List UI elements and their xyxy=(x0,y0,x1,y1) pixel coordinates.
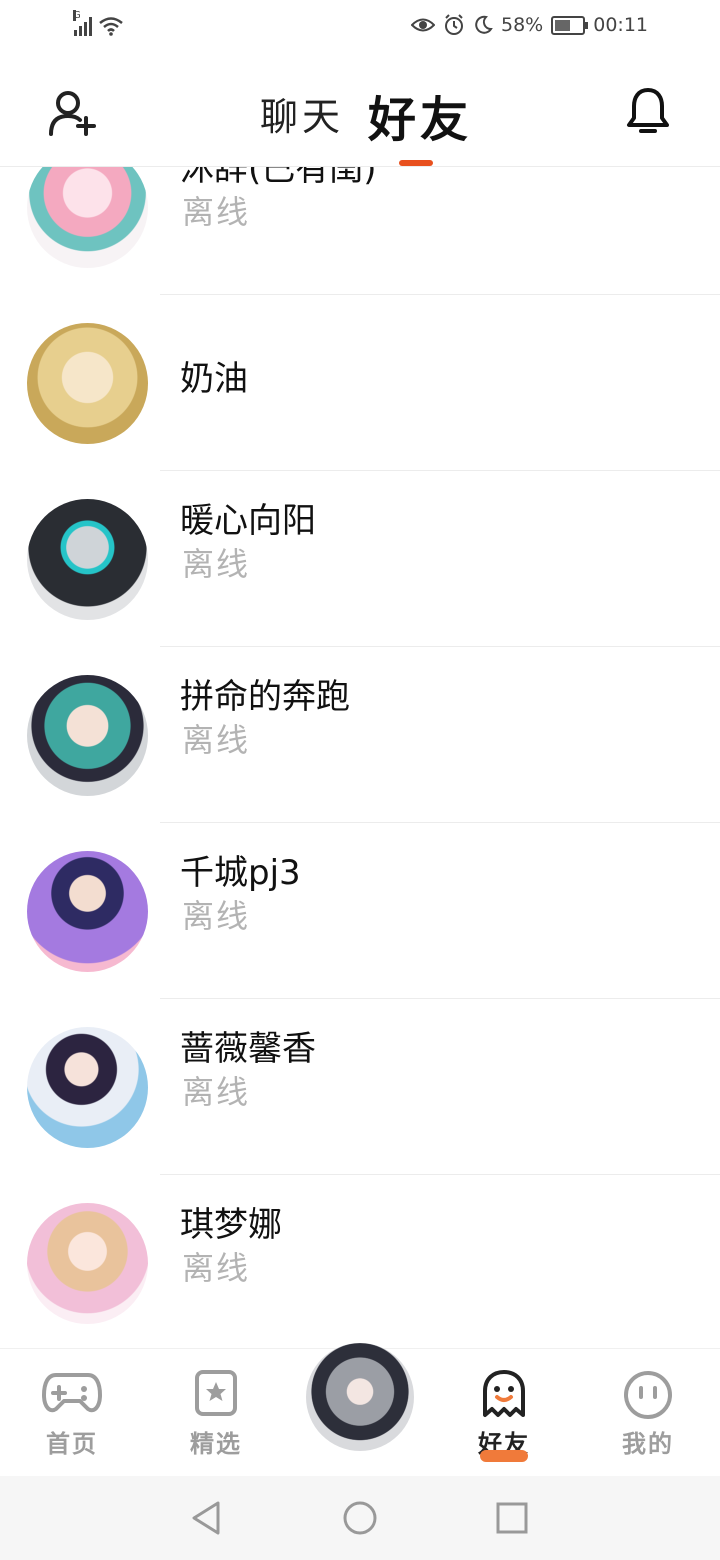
friend-row[interactable]: 琪梦娜 离线 xyxy=(0,1175,720,1347)
nav-home-label: 首页 xyxy=(46,1430,98,1458)
smiley-icon xyxy=(624,1371,672,1419)
friend-list: 沐辞(已有闺) 离线 奶油 暖心向阳 离线 拼命的奔跑 离线 千城pj3 离线 … xyxy=(0,167,720,1347)
back-icon[interactable] xyxy=(190,1500,222,1536)
friend-row[interactable]: 奶油 xyxy=(0,295,720,471)
friend-status: 离线 xyxy=(182,721,251,759)
avatar xyxy=(27,851,148,972)
avatar xyxy=(27,499,148,620)
nav-home[interactable]: 首页 xyxy=(0,1349,144,1477)
friend-name: 琪梦娜 xyxy=(180,1205,282,1245)
friend-name: 蔷薇馨香 xyxy=(180,1029,316,1069)
tab-friends[interactable]: 好友 xyxy=(368,80,472,150)
friend-status: 离线 xyxy=(182,897,251,935)
signal-icon: G xyxy=(73,10,92,36)
gamepad-icon xyxy=(42,1373,102,1413)
nav-mine[interactable]: 我的 xyxy=(576,1349,720,1477)
friend-status: 离线 xyxy=(182,1073,251,1111)
avatar xyxy=(27,167,148,268)
status-right: 58% 00:11 xyxy=(411,14,648,36)
battery-fill xyxy=(555,19,571,31)
friend-status: 离线 xyxy=(182,193,251,231)
friend-name: 千城pj3 xyxy=(180,853,301,893)
top-header: 聊天 好友 xyxy=(0,56,720,167)
friend-status: 离线 xyxy=(182,1249,251,1287)
alarm-icon xyxy=(445,14,463,35)
status-bar: G 58% 00:11 xyxy=(0,0,720,56)
tab-chat[interactable]: 聊天 xyxy=(260,86,344,141)
friend-status: 离线 xyxy=(182,545,251,583)
battery-icon xyxy=(551,15,589,35)
friend-name: 奶油 xyxy=(180,359,248,399)
add-friend-icon[interactable] xyxy=(48,90,96,136)
avatar xyxy=(27,1027,148,1148)
nav-featured-label: 精选 xyxy=(190,1430,242,1458)
clock: 00:11 xyxy=(593,14,648,36)
eye-icon xyxy=(411,18,435,32)
home-icon[interactable] xyxy=(342,1500,378,1536)
wifi-icon xyxy=(99,17,123,36)
nav-mine-label: 我的 xyxy=(622,1430,674,1458)
friend-name: 暖心向阳 xyxy=(180,501,316,541)
recents-icon[interactable] xyxy=(496,1502,528,1534)
avatar xyxy=(27,1203,148,1324)
nav-featured[interactable]: 精选 xyxy=(144,1349,288,1477)
bell-icon[interactable] xyxy=(626,86,670,136)
friend-row[interactable]: 千城pj3 离线 xyxy=(0,823,720,999)
ghost-icon xyxy=(483,1370,525,1417)
friend-row[interactable]: 蔷薇馨香 离线 xyxy=(0,999,720,1175)
moon-icon xyxy=(475,15,493,34)
friend-name: 拼命的奔跑 xyxy=(180,677,350,717)
battery-percent: 58% xyxy=(501,14,544,36)
tab-indicator xyxy=(399,160,433,166)
friend-row[interactable]: 沐辞(已有闺) 离线 xyxy=(0,167,720,295)
avatar xyxy=(27,323,148,444)
avatar xyxy=(27,675,148,796)
network-type: G xyxy=(73,10,81,21)
system-nav-bar xyxy=(0,1476,720,1560)
friend-row[interactable]: 暖心向阳 离线 xyxy=(0,471,720,647)
center-avatar-button[interactable] xyxy=(306,1343,414,1451)
star-icon xyxy=(195,1370,237,1416)
nav-active-indicator xyxy=(480,1450,528,1462)
friend-row[interactable]: 拼命的奔跑 离线 xyxy=(0,647,720,823)
status-left: G xyxy=(73,10,124,36)
